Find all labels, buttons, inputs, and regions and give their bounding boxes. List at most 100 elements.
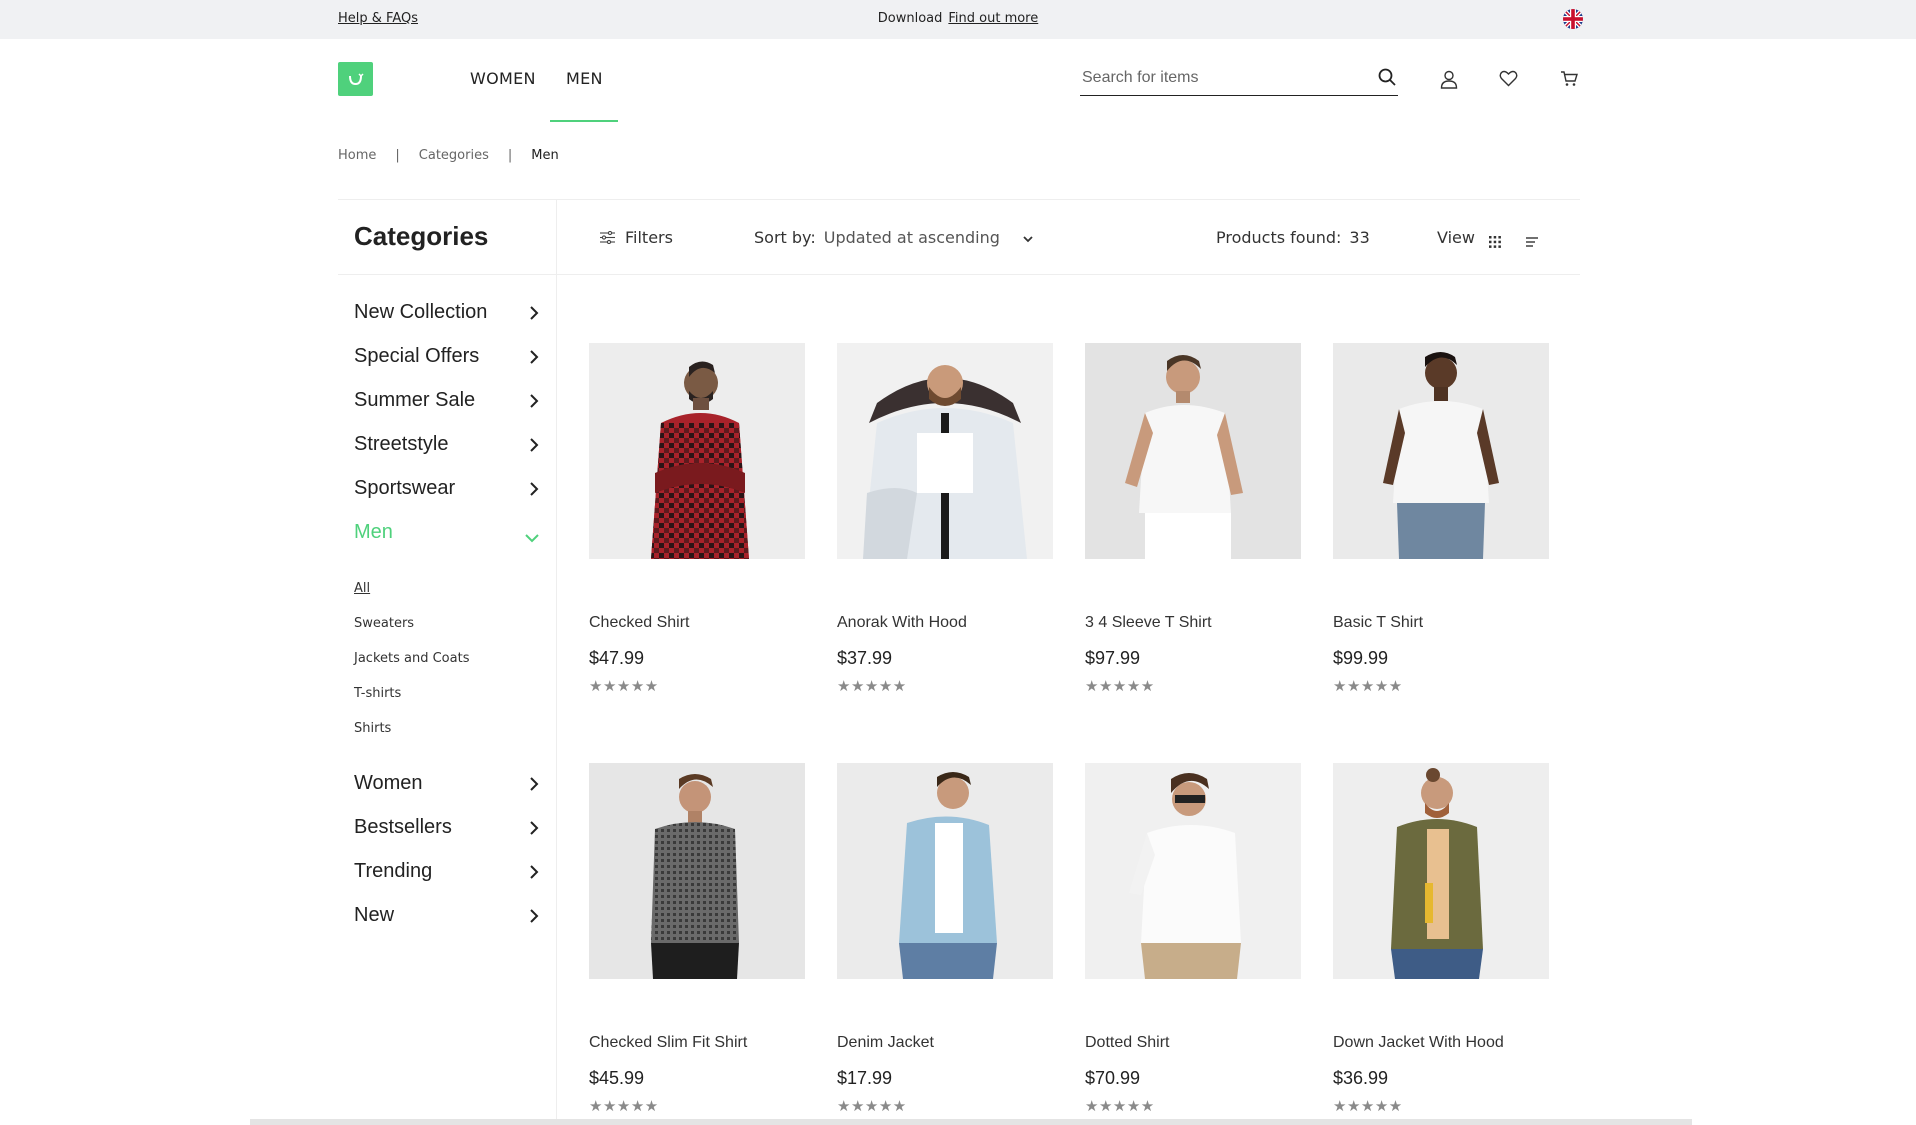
sort-label: Sort by: [754,228,816,247]
product-price: $47.99 [589,648,645,668]
rating-stars: ★★★★★ [1333,1097,1403,1115]
product-name[interactable]: Checked Shirt [589,614,690,632]
rating-stars: ★★★★★ [837,677,907,695]
breadcrumb-categories[interactable]: Categories [419,148,489,163]
product-image[interactable] [1333,343,1549,559]
chevron-right-icon [528,436,540,459]
chevron-down-icon [1022,230,1034,249]
category-summer-sale[interactable]: Summer Sale [354,389,540,412]
category-new-collection[interactable]: New Collection [354,301,540,324]
divider [556,200,557,1125]
subcategory-jackets-and-coats[interactable]: Jackets and Coats [354,651,469,666]
product-name[interactable]: Anorak With Hood [837,614,967,632]
categories-title: Categories [354,221,489,251]
chevron-right-icon [528,907,540,930]
nav-women[interactable]: WOMEN [470,69,536,88]
product-price: $17.99 [837,1068,893,1088]
rating-stars: ★★★★★ [589,1097,659,1115]
top-bar: Help & FAQs Download Find out more [0,0,1916,39]
chevron-right-icon [528,863,540,886]
filter-sliders-icon [600,231,615,244]
product-price: $70.99 [1085,1068,1141,1088]
product-name[interactable]: Denim Jacket [837,1034,934,1052]
rating-stars: ★★★★★ [1333,677,1403,695]
search-icon[interactable] [1378,68,1396,90]
chevron-right-icon [528,304,540,327]
category-bestsellers[interactable]: Bestsellers [354,816,540,839]
product-name[interactable]: 3 4 Sleeve T Shirt [1085,614,1212,632]
category-women[interactable]: Women [354,772,540,795]
chevron-right-icon [528,480,540,503]
breadcrumb-current: Men [531,148,559,163]
subcategory-t-shirts[interactable]: T-shirts [354,686,401,701]
download-promo: Download Find out more [0,11,1916,26]
product-name[interactable]: Dotted Shirt [1085,1034,1169,1052]
product-price: $37.99 [837,648,893,668]
shop-logo[interactable] [338,62,373,96]
search-box [1080,63,1398,96]
view-label: View [1437,228,1475,247]
filters-button[interactable]: Filters [600,228,673,247]
category-trending[interactable]: Trending [354,860,540,883]
chevron-right-icon [528,392,540,415]
subcategory-shirts[interactable]: Shirts [354,721,391,736]
user-icon[interactable] [1440,70,1458,93]
divider [338,199,1580,200]
product-image[interactable] [589,763,805,979]
product-image[interactable] [837,763,1053,979]
breadcrumb-separator: | [395,148,400,163]
list-view-icon[interactable] [1526,233,1538,252]
chevron-right-icon [528,775,540,798]
category-label: Streetstyle [354,433,449,455]
product-name[interactable]: Checked Slim Fit Shirt [589,1034,747,1052]
product-name[interactable]: Down Jacket With Hood [1333,1034,1504,1052]
nav-men[interactable]: MEN [566,69,603,88]
products-found-label: Products found: [1216,228,1342,247]
category-new[interactable]: New [354,904,540,927]
product-name[interactable]: Basic T Shirt [1333,614,1423,632]
product-image[interactable] [1333,763,1549,979]
category-label: Women [354,772,423,794]
divider [338,274,1580,275]
rating-stars: ★★★★★ [1085,1097,1155,1115]
subcategory-sweaters[interactable]: Sweaters [354,616,414,631]
category-special-offers[interactable]: Special Offers [354,345,540,368]
breadcrumb-separator: | [507,148,513,163]
category-label: Trending [354,860,433,882]
product-image[interactable] [1085,763,1301,979]
heart-icon[interactable] [1499,70,1518,91]
sort-dropdown[interactable]: Sort by: Updated at ascending [754,228,1033,247]
breadcrumb: Home | Categories | Men [338,148,559,163]
products-found-count: 33 [1349,228,1370,247]
category-label: New [354,904,395,926]
category-label: Special Offers [354,345,480,367]
category-streetstyle[interactable]: Streetstyle [354,433,540,456]
breadcrumb-home[interactable]: Home [338,148,376,163]
header: WOMEN MEN [0,39,1916,123]
subcategory-all[interactable]: All [354,581,370,596]
uk-flag-icon[interactable] [1563,9,1583,29]
find-out-more-link[interactable]: Find out more [948,11,1038,26]
rating-stars: ★★★★★ [1085,677,1155,695]
sort-value: Updated at ascending [823,228,1000,247]
cart-icon[interactable] [1560,70,1578,91]
product-image[interactable] [589,343,805,559]
rating-stars: ★★★★★ [837,1097,907,1115]
product-image[interactable] [837,343,1053,559]
chevron-right-icon [528,819,540,842]
search-input[interactable] [1080,63,1360,93]
chevron-down-icon [524,527,540,550]
filters-label: Filters [625,228,673,247]
category-label: Bestsellers [354,816,452,838]
category-sportswear[interactable]: Sportswear [354,477,540,500]
nav-active-indicator [550,120,618,122]
product-image[interactable] [1085,343,1301,559]
horizontal-scrollbar[interactable] [250,1119,1692,1125]
product-price: $36.99 [1333,1068,1389,1088]
category-label: Men [354,521,393,543]
category-men[interactable]: Men [354,521,540,544]
product-price: $99.99 [1333,648,1389,668]
grid-view-icon[interactable] [1489,233,1501,252]
product-price: $45.99 [589,1068,645,1088]
category-label: Summer Sale [354,389,476,411]
